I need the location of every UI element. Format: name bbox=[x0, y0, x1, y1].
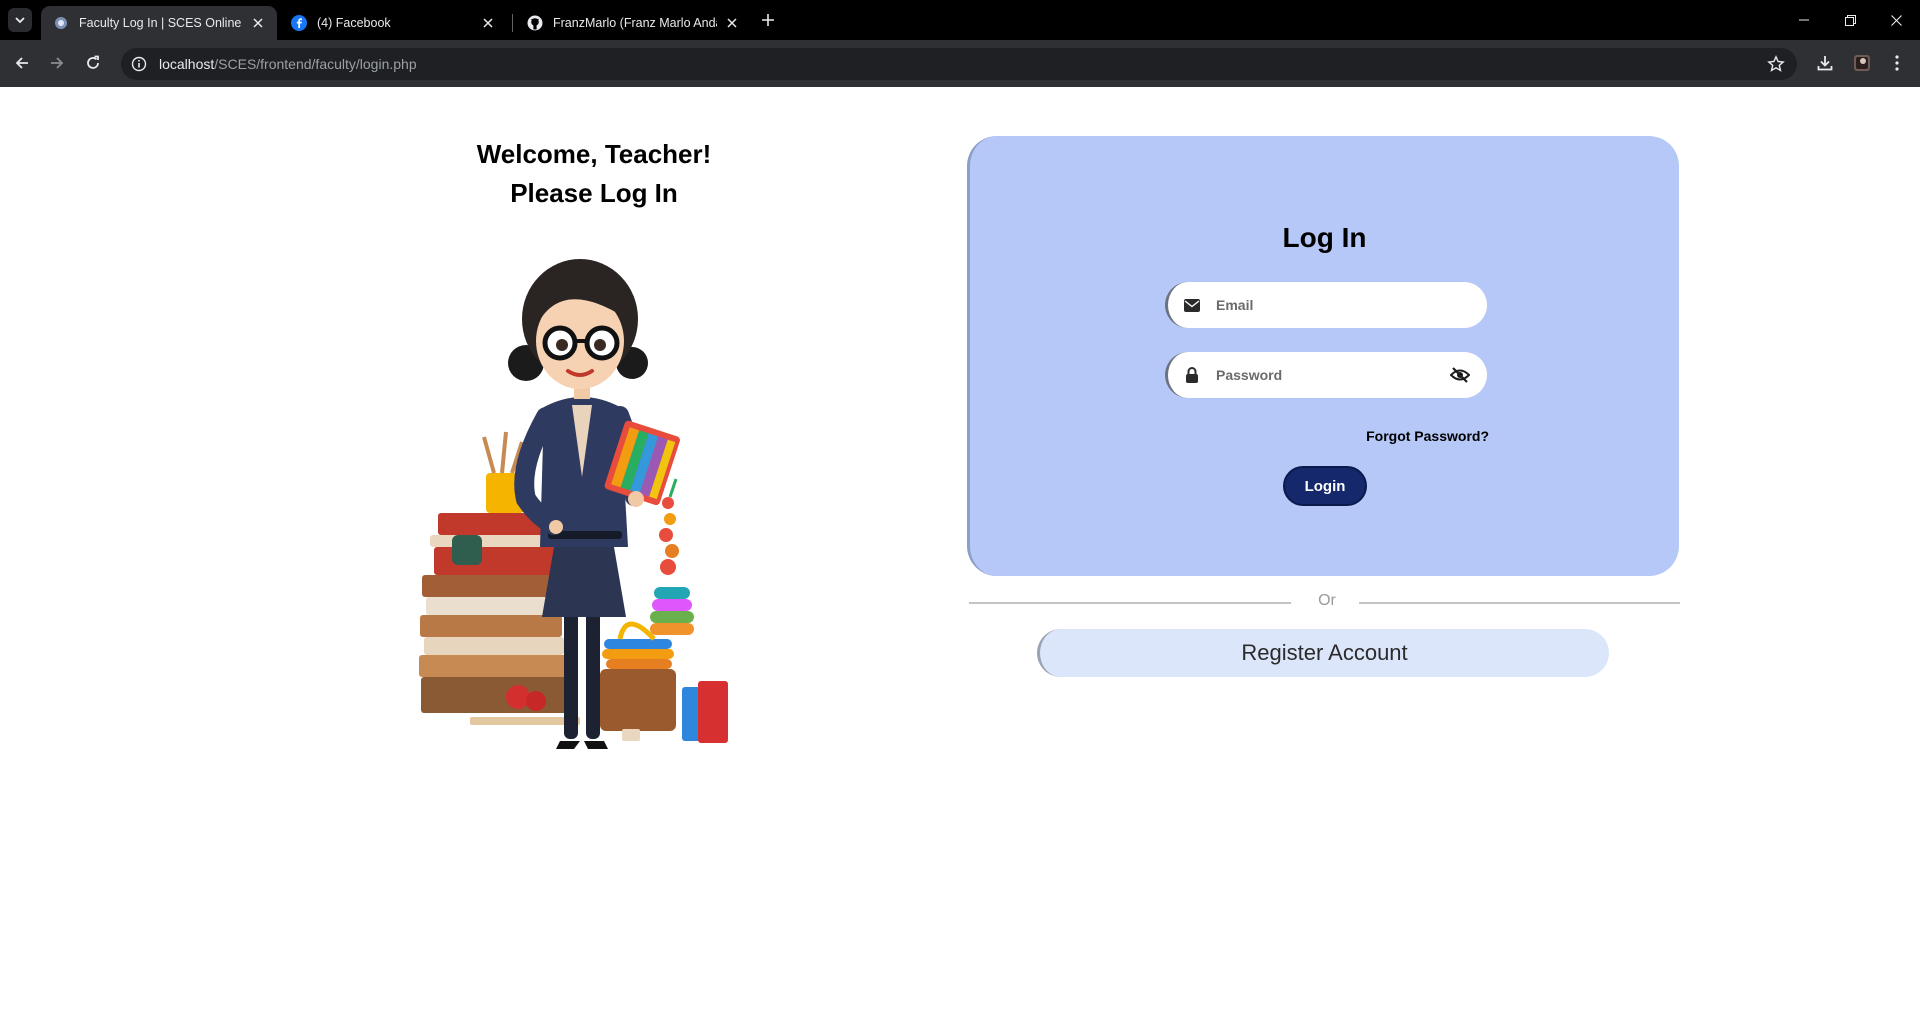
divider-line bbox=[1359, 602, 1680, 604]
minimize-button[interactable] bbox=[1794, 10, 1814, 30]
tab-title: (4) Facebook bbox=[317, 16, 391, 30]
tab-faculty-login[interactable]: Faculty Log In | SCES Online Lea bbox=[41, 6, 277, 40]
or-text: Or bbox=[1318, 592, 1336, 609]
github-icon bbox=[527, 15, 543, 31]
menu-button[interactable] bbox=[1886, 52, 1908, 74]
minimize-icon bbox=[1799, 19, 1809, 21]
login-button[interactable]: Login bbox=[1283, 466, 1367, 506]
login-card: Log In Forgot Password? Login bbox=[967, 136, 1679, 576]
tab-facebook[interactable]: (4) Facebook bbox=[279, 6, 507, 40]
more-vertical-icon bbox=[1895, 55, 1899, 71]
teacher-illustration bbox=[419, 259, 728, 749]
welcome-line: Welcome, Teacher! bbox=[476, 139, 712, 169]
back-button[interactable] bbox=[11, 52, 33, 74]
tab-title: FranzMarlo (Franz Marlo Andal) bbox=[553, 16, 717, 30]
password-input[interactable] bbox=[1216, 367, 1449, 383]
envelope-icon bbox=[1183, 296, 1201, 314]
arrow-left-icon bbox=[15, 57, 28, 69]
plus-icon bbox=[762, 14, 774, 26]
close-icon[interactable] bbox=[249, 14, 267, 32]
address-bar[interactable]: localhost/SCES/frontend/faculty/login.ph… bbox=[121, 48, 1797, 80]
chevron-down-icon bbox=[15, 17, 25, 24]
close-icon[interactable] bbox=[479, 14, 497, 32]
welcome-heading: Welcome, Teacher! Please Log In bbox=[444, 135, 744, 213]
browser-toolbar: localhost/SCES/frontend/faculty/login.ph… bbox=[0, 40, 1920, 87]
reload-button[interactable] bbox=[82, 52, 104, 74]
profile-button[interactable] bbox=[1851, 52, 1873, 74]
login-title: Log In bbox=[1282, 222, 1367, 253]
downloads-button[interactable] bbox=[1814, 52, 1836, 74]
close-icon bbox=[1890, 14, 1902, 26]
url-host: localhost bbox=[159, 56, 215, 72]
new-tab-button[interactable] bbox=[758, 10, 778, 30]
browser-tab-bar: Faculty Log In | SCES Online Lea (4) Fac… bbox=[0, 0, 1920, 40]
avatar-icon bbox=[1854, 55, 1870, 71]
tab-search-button[interactable] bbox=[8, 8, 32, 32]
reload-icon bbox=[87, 55, 99, 69]
email-field[interactable] bbox=[1165, 282, 1487, 328]
register-account-button[interactable]: Register Account bbox=[1037, 629, 1609, 677]
divider-line bbox=[969, 602, 1291, 604]
or-divider: Or bbox=[969, 590, 1680, 614]
restore-button[interactable] bbox=[1840, 10, 1860, 30]
url-text: localhost/SCES/frontend/faculty/login.ph… bbox=[159, 56, 417, 72]
page-content: Welcome, Teacher! Please Log In Log In E… bbox=[0, 87, 1920, 1032]
tab-title: Faculty Log In | SCES Online Lea bbox=[79, 16, 243, 30]
facebook-icon bbox=[291, 15, 307, 31]
url-path: /SCES/frontend/faculty/login.php bbox=[214, 56, 417, 72]
forward-button[interactable] bbox=[46, 52, 68, 74]
tab-separator bbox=[512, 14, 513, 32]
tab-github[interactable]: FranzMarlo (Franz Marlo Andal) bbox=[515, 6, 751, 40]
login-prompt-line: Please Log In bbox=[510, 178, 678, 208]
forgot-password-link[interactable]: Forgot Password? bbox=[1349, 428, 1489, 444]
lock-icon bbox=[1183, 366, 1201, 384]
email-input[interactable] bbox=[1216, 297, 1487, 313]
close-window-button[interactable] bbox=[1886, 10, 1906, 30]
password-field[interactable] bbox=[1165, 352, 1487, 398]
site-info-icon[interactable] bbox=[131, 56, 147, 72]
restore-icon bbox=[1844, 14, 1856, 26]
arrow-right-icon bbox=[51, 57, 64, 69]
close-icon[interactable] bbox=[723, 14, 741, 32]
globe-icon bbox=[53, 15, 69, 31]
bookmark-star-icon[interactable] bbox=[1767, 55, 1785, 73]
download-icon bbox=[1817, 56, 1833, 71]
eye-slash-icon[interactable] bbox=[1449, 364, 1471, 386]
